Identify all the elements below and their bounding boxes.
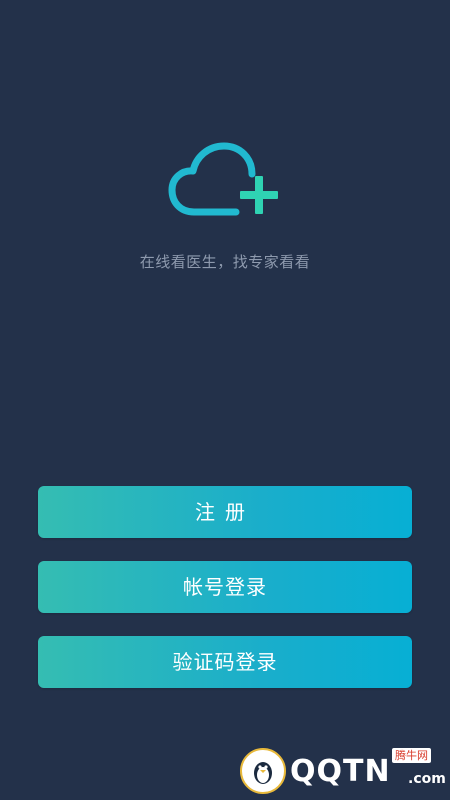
watermark-badge: 腾牛网 <box>392 748 431 763</box>
cloud-plus-icon <box>168 142 278 216</box>
register-button[interactable]: 注册 <box>38 486 412 538</box>
watermark-domain: .com <box>408 771 446 787</box>
app-tagline: 在线看医生，找专家看看 <box>139 253 311 271</box>
qqtn-watermark: QQTN 腾牛网 .com <box>236 742 446 798</box>
sms-code-login-button[interactable]: 验证码登录 <box>38 636 412 688</box>
watermark-brand: QQTN <box>290 754 391 789</box>
qqtn-penguin-logo-icon <box>240 748 286 794</box>
account-login-button[interactable]: 帐号登录 <box>38 561 412 613</box>
welcome-screen: 在线看医生，找专家看看 注册 帐号登录 验证码登录 QQTN 腾牛网 .com <box>0 0 450 800</box>
